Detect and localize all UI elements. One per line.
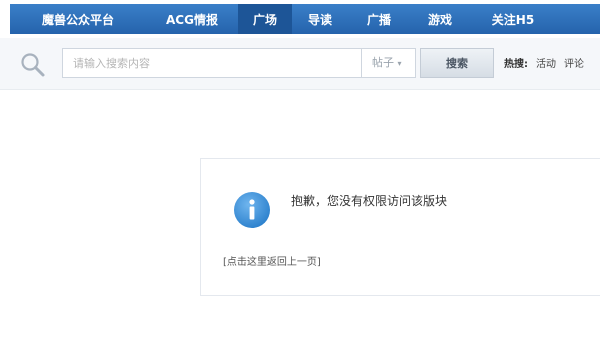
search-type-select[interactable]: 帖子 ▾	[362, 48, 416, 78]
page: 魔兽公众平台 ACG情报 广场 导读 广播 游戏 关注H5 帖子 ▾ 搜索 热搜…	[0, 0, 600, 340]
chevron-down-icon: ▾	[397, 59, 402, 68]
search-type-label: 帖子	[372, 56, 394, 69]
info-icon	[234, 192, 270, 228]
nav-item-broadcast[interactable]: 广播	[348, 4, 410, 34]
hot-link[interactable]: 活动	[536, 55, 556, 71]
message-box: 抱歉，您没有权限访问该版块 [点击这里返回上一页]	[200, 158, 600, 296]
nav-item-games[interactable]: 游戏	[410, 4, 470, 34]
search-icon	[21, 53, 45, 77]
back-link[interactable]: [点击这里返回上一页]	[223, 253, 321, 268]
search-bar: 帖子 ▾ 搜索 热搜: 活动 评论	[0, 38, 600, 90]
search-input[interactable]	[62, 48, 362, 78]
hot-search-label: 热搜:	[504, 59, 528, 70]
nav-item-platform[interactable]: 魔兽公众平台	[10, 4, 146, 34]
permission-message: 抱歉，您没有权限访问该版块	[291, 194, 448, 208]
nav-item-follow[interactable]: 关注H5	[470, 4, 556, 34]
search-button[interactable]: 搜索	[420, 48, 494, 78]
top-navigation: 魔兽公众平台 ACG情报 广场 导读 广播 游戏 关注H5	[10, 4, 600, 34]
nav-item-guide[interactable]: 导读	[292, 4, 348, 34]
nav-item-acg[interactable]: ACG情报	[146, 4, 238, 34]
nav-item-square[interactable]: 广场	[238, 4, 292, 34]
hot-search-links: 热搜: 活动 评论	[504, 55, 584, 71]
hot-link[interactable]: 评论	[564, 55, 584, 71]
